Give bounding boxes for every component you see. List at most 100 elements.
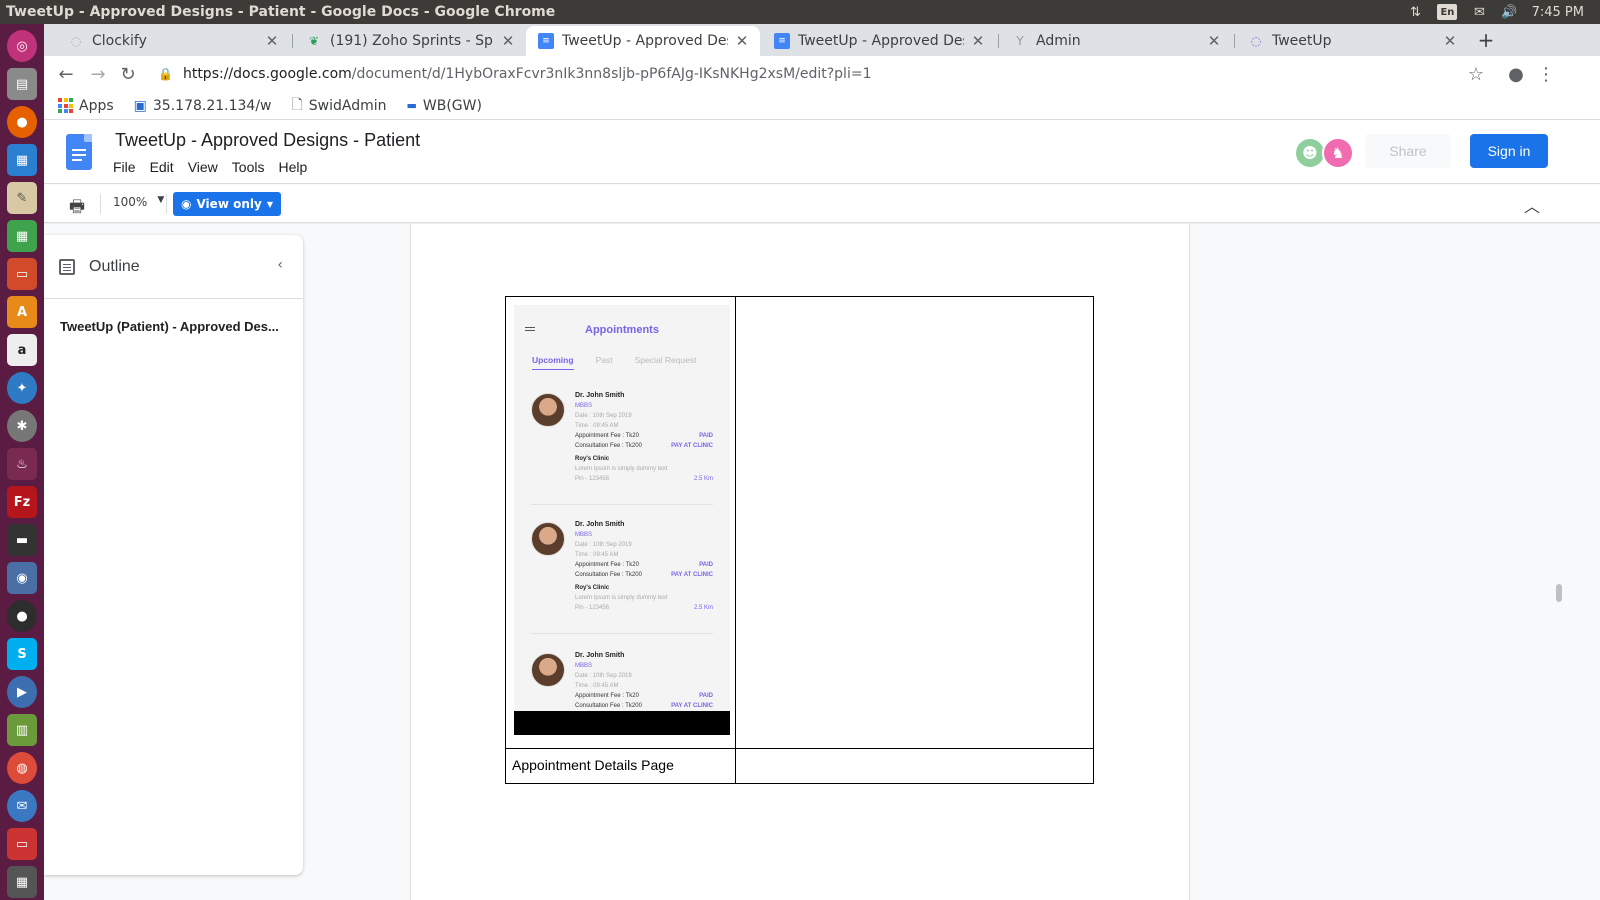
document-title[interactable]: TweetUp - Approved Designs - Patient [115,130,420,151]
settings-icon[interactable]: ✦ [7,372,37,404]
site-icon: ▣ [133,97,147,114]
back-icon[interactable]: ← [54,62,78,86]
menu-help[interactable]: Help [278,159,307,175]
filezilla-icon[interactable]: Fz [7,486,37,518]
view-only-mode-button[interactable]: ◉ View only ▼ [173,192,281,216]
doctor-avatar [531,393,565,427]
mockup-tab-past: Past [595,355,613,365]
sign-in-button[interactable]: Sign in [1470,134,1548,168]
table-cell-screenshot: Appointments Upcoming Past Special Reque… [506,297,736,749]
chevron-up-icon[interactable]: ︿ [1524,193,1540,217]
screenshot-icon[interactable]: ◉ [7,562,37,594]
media-player-icon[interactable]: ▶ [7,676,37,708]
design-table: Appointments Upcoming Past Special Reque… [505,296,1094,784]
close-icon[interactable]: ✕ [264,32,280,50]
window-title: TweetUp - Approved Designs - Patient - G… [6,4,556,20]
eye-icon: ◉ [181,197,192,211]
app-icon[interactable]: ● [7,600,37,632]
app-icon-3[interactable]: ▦ [7,866,37,898]
tab-approved-designs-active[interactable]: ≡ TweetUp - Approved Desig ✕ [526,26,760,56]
clockify-icon: ◌ [70,34,82,48]
appointments-mockup-image: Appointments Upcoming Past Special Reque… [514,305,730,735]
clock[interactable]: 7:45 PM [1532,4,1584,20]
share-button[interactable]: Share [1365,134,1451,168]
bookmark-wb-gw[interactable]: ▬ WB(GW) [406,98,481,114]
close-icon[interactable]: ✕ [970,32,986,50]
print-icon[interactable]: 🖶 [69,194,85,223]
status-badge: PAY AT CLINIC [671,443,713,449]
table-caption-cell: Appointment Details Page [506,749,736,783]
mockup-tabs: Upcoming Past Special Request [532,355,730,370]
new-tab-button[interactable]: + [1474,28,1498,52]
writer-icon[interactable]: ▦ [7,144,37,176]
text-editor-icon[interactable]: ✎ [7,182,37,214]
close-icon[interactable]: ✕ [734,32,750,50]
app-icon-2[interactable]: ▭ [7,828,37,860]
bookmark-apps[interactable]: Apps [58,98,114,114]
outline-panel: Outline ‹ TweetUp (Patient) - Approved D… [44,235,303,875]
volume-icon[interactable]: 🔊 [1501,4,1517,20]
impress-icon[interactable]: ▭ [7,258,37,290]
close-icon[interactable]: ✕ [1442,32,1458,50]
firefox-icon[interactable]: ● [7,106,37,138]
toolbar-divider [100,194,101,214]
menu-icon[interactable]: ⋮ [1534,62,1558,86]
menu-view[interactable]: View [188,159,218,175]
close-icon[interactable]: ✕ [500,32,516,50]
admin-icon: Y [1016,34,1024,48]
outline-item[interactable]: TweetUp (Patient) - Approved Des... [44,299,303,334]
network-transfer-icon[interactable]: ⇅ [1407,4,1423,20]
menu-file[interactable]: File [113,159,136,175]
thunderbird-icon[interactable]: ✉ [7,790,37,822]
menu-edit[interactable]: Edit [150,159,174,175]
tab-admin[interactable]: Y Admin ✕ [1000,26,1232,56]
profile-icon[interactable]: ● [1504,62,1528,86]
docs-toolbar: 🖶 100% ▼ ◉ View only ▼ ︿ [44,185,1600,223]
tab-separator [1234,34,1235,48]
tab-separator [292,34,293,48]
tab-zoho-sprints[interactable]: ❦ (191) Zoho Sprints - Sprint ✕ [294,26,526,56]
close-icon[interactable]: ✕ [1206,32,1222,50]
tab-tweetup[interactable]: ◌ TweetUp ✕ [1236,26,1468,56]
amazon-icon[interactable]: a [7,334,37,366]
lock-icon[interactable]: 🔒 [158,67,173,81]
zoom-select[interactable]: 100% ▼ [113,195,164,209]
anonymous-animal-avatar[interactable]: ♞ [1322,137,1354,169]
status-badge: PAID [699,433,713,439]
bookmark-ip-site[interactable]: ▣ 35.178.21.134/w [134,98,272,114]
forward-icon[interactable]: → [86,62,110,86]
keyboard-layout-indicator[interactable]: En [1437,4,1458,20]
wine-icon[interactable]: ♨ [7,448,37,480]
system-settings-icon[interactable]: ✱ [7,410,37,442]
outline-header: Outline ‹ [44,235,303,299]
calc-icon[interactable]: ▦ [7,220,37,252]
video-editor-icon[interactable]: ▬ [7,524,37,556]
bookmark-star-icon[interactable]: ☆ [1464,62,1488,86]
google-docs-logo-icon[interactable] [66,134,92,170]
docs-icon: ≡ [538,33,554,49]
notes-icon[interactable]: ▥ [7,714,37,746]
status-badge: PAY AT CLINIC [671,572,713,578]
scrollbar-thumb[interactable] [1556,584,1562,602]
system-indicators: ⇅ En ✉ 🔊 7:45 PM [1407,4,1600,20]
doctor-avatar [531,522,565,556]
tab-clockify[interactable]: ◌ Clockify ✕ [56,26,290,56]
software-center-icon[interactable]: A [7,296,37,328]
skype-icon[interactable]: S [7,638,37,670]
status-badge: PAID [699,562,713,568]
mail-icon[interactable]: ✉ [1471,4,1487,20]
menu-tools[interactable]: Tools [232,159,265,175]
mockup-tab-upcoming: Upcoming [532,355,574,370]
chrome-icon[interactable]: ◍ [7,752,37,784]
bookmark-swidadmin[interactable]: 🗋 SwidAdmin [291,94,386,118]
docs-menu-bar: File Edit View Tools Help [113,159,307,175]
tab-separator [998,34,999,48]
address-bar[interactable]: 🔒 https://docs.google.com/document/d/1Hy… [158,60,1468,88]
reload-icon[interactable]: ↻ [116,62,140,86]
tab-approved-designs[interactable]: ≡ TweetUp - Approved Desig ✕ [762,26,996,56]
files-icon[interactable]: ▤ [7,68,37,100]
zoho-icon: ❦ [308,34,320,48]
toolbar-divider [166,194,167,214]
ubuntu-dash-icon[interactable]: ◎ [7,30,37,62]
close-outline-chevron-left-icon[interactable]: ‹ [277,257,283,273]
